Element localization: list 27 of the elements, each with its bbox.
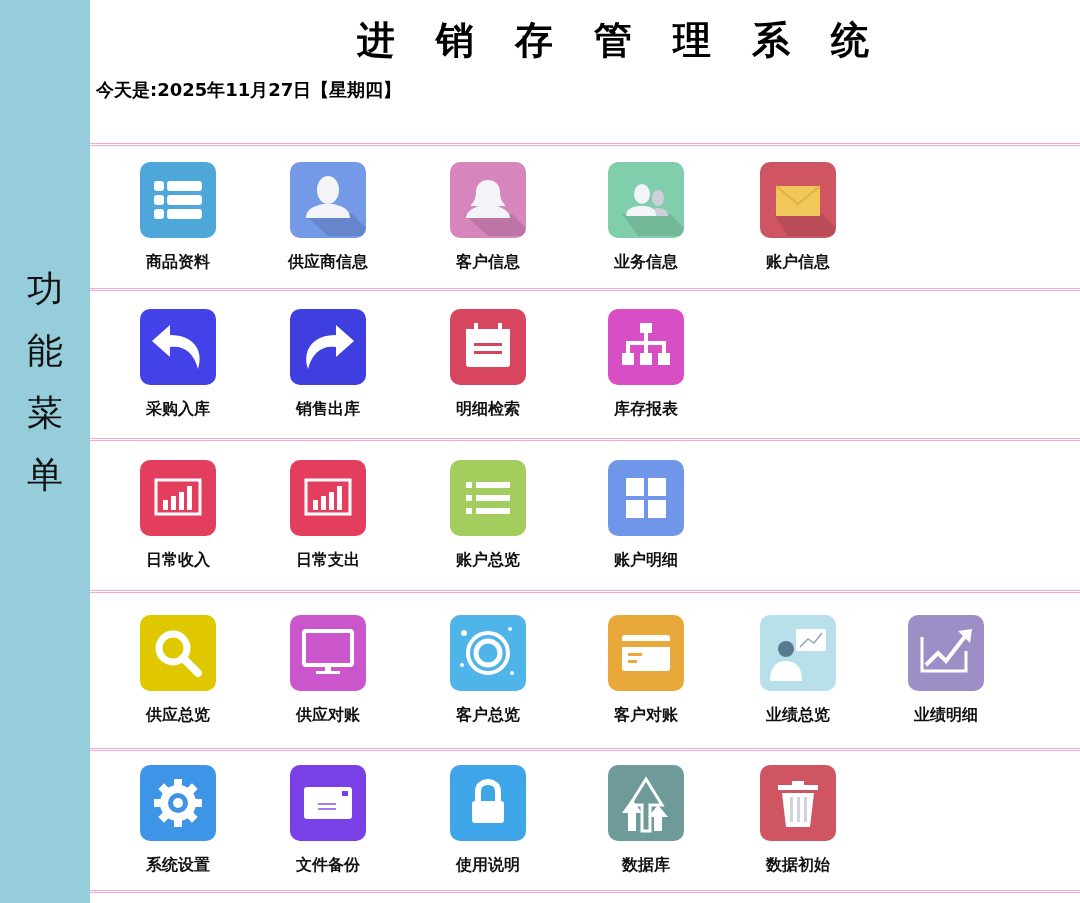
menu-item[interactable]: 明细检索: [449, 309, 526, 420]
app-title: 进销存管理系统: [355, 17, 911, 64]
menu-item[interactable]: 销售出库: [290, 309, 366, 420]
menu-item[interactable]: 采购入库: [140, 309, 216, 420]
menu-item[interactable]: 业绩总览: [759, 615, 836, 726]
menu-item[interactable]: 日常收入: [140, 460, 216, 571]
menu-item[interactable]: 客户对账: [608, 615, 684, 726]
menu-item[interactable]: 客户总览: [449, 615, 526, 726]
menu-item[interactable]: 供应对账: [290, 615, 366, 726]
menu-item[interactable]: 账户信息: [759, 161, 836, 273]
sidebar-title: 功能菜单: [27, 267, 63, 497]
menu-item[interactable]: 商品资料: [140, 161, 216, 273]
date-text: 今天是:2025年11月27日【星期四】: [96, 78, 402, 102]
menu-item[interactable]: 数据初始: [759, 765, 836, 876]
menu-item[interactable]: 业绩明细: [908, 615, 984, 726]
menu-item[interactable]: 供应商信息: [288, 161, 368, 273]
menu-item[interactable]: 账户总览: [449, 460, 526, 571]
menu-item[interactable]: 数据库: [608, 765, 684, 876]
menu-item[interactable]: 文件备份: [290, 765, 366, 876]
menu-item[interactable]: 库存报表: [608, 309, 684, 420]
menu-item[interactable]: 使用说明: [449, 765, 526, 876]
menu-item[interactable]: 客户信息: [449, 161, 526, 273]
menu-item[interactable]: 业务信息: [608, 161, 684, 273]
menu-item[interactable]: 账户明细: [608, 460, 684, 571]
menu-item[interactable]: 供应总览: [140, 615, 216, 726]
menu-item[interactable]: 系统设置: [140, 765, 216, 876]
menu-item[interactable]: 日常支出: [290, 460, 366, 571]
